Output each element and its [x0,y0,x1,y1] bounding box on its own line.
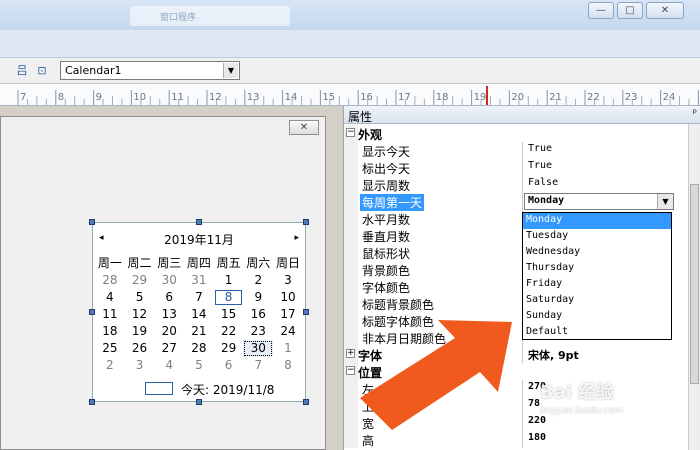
watermark-brand: Bai 经验 [540,382,615,403]
watermark-url: jingyan.baidu.com [540,406,624,416]
watermark: Bai 经验 jingyan.baidu.com [540,378,690,438]
